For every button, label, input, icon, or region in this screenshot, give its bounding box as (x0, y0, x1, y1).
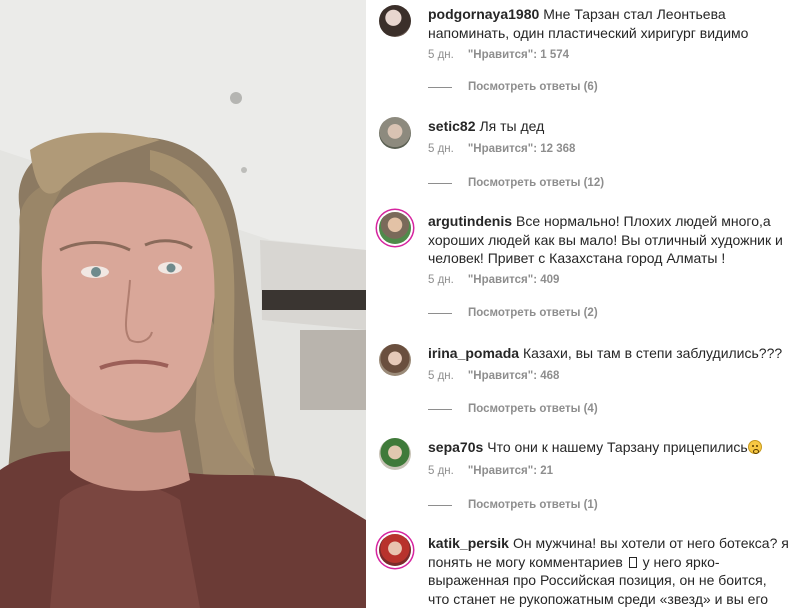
comment-username[interactable]: katik_persik (428, 535, 509, 551)
comment-text: setic82 Ля ты дед (428, 117, 790, 136)
comment-text: katik_persik Он мужчина! вы хотели от нег… (428, 534, 790, 608)
comment-meta: 5 дн. "Нравится": 1 574 (428, 49, 569, 61)
comment-username[interactable]: setic82 (428, 118, 475, 134)
avatar[interactable] (379, 438, 411, 470)
view-replies-button[interactable]: Посмотреть ответы (2) (428, 307, 598, 319)
view-replies-label: Посмотреть ответы (1) (468, 499, 598, 511)
comment-meta: 5 дн. "Нравится": 409 (428, 274, 559, 286)
avatar[interactable] (379, 212, 411, 244)
comment-time[interactable]: 5 дн. (428, 143, 454, 155)
avatar[interactable] (379, 117, 411, 149)
view-replies-label: Посмотреть ответы (6) (468, 81, 598, 93)
view-replies-button[interactable]: Посмотреть ответы (4) (428, 403, 598, 415)
comment-likes[interactable]: "Нравится": 468 (468, 370, 560, 382)
comment-likes[interactable]: "Нравится": 12 368 (468, 143, 576, 155)
comment-meta: 5 дн. "Нравится": 21 (428, 465, 553, 477)
comment-time[interactable]: 5 дн. (428, 370, 454, 382)
missing-glyph-icon (628, 556, 637, 568)
replies-divider (428, 408, 452, 410)
view-replies-button[interactable]: Посмотреть ответы (1) (428, 499, 598, 511)
comment-likes[interactable]: "Нравится": 409 (468, 274, 560, 286)
comment-time[interactable]: 5 дн. (428, 274, 454, 286)
comment-username[interactable]: irina_pomada (428, 345, 519, 361)
hushed-face-emoji-icon (747, 440, 762, 454)
comment-likes[interactable]: "Нравится": 21 (468, 465, 553, 477)
comment-text: podgornaya1980 Мне Тарзан стал Леонтьева … (428, 5, 790, 42)
avatar[interactable] (379, 5, 411, 37)
view-replies-button[interactable]: Посмотреть ответы (12) (428, 177, 604, 189)
comments-panel: podgornaya1980 Мне Тарзан стал Леонтьева … (366, 0, 800, 608)
comment-meta: 5 дн. "Нравится": 468 (428, 370, 559, 382)
comment-time[interactable]: 5 дн. (428, 465, 454, 477)
comment-text: argutindenis Все нормально! Плохих людей … (428, 212, 790, 268)
comment-likes[interactable]: "Нравится": 1 574 (468, 49, 569, 61)
view-replies-label: Посмотреть ответы (12) (468, 177, 605, 189)
comment-body: Казахи, вы там в степи заблудились??? (523, 345, 783, 361)
view-replies-label: Посмотреть ответы (4) (468, 403, 598, 415)
avatar[interactable] (379, 534, 411, 566)
replies-divider (428, 312, 452, 314)
post-photo (0, 0, 366, 608)
replies-divider (428, 182, 452, 184)
portrait-image (0, 0, 366, 608)
avatar[interactable] (379, 344, 411, 376)
comment-time[interactable]: 5 дн. (428, 49, 454, 61)
replies-divider (428, 504, 452, 506)
comment-username[interactable]: podgornaya1980 (428, 6, 539, 22)
comment-text: irina_pomada Казахи, вы там в степи заблу… (428, 344, 790, 363)
comment-username[interactable]: sepa70s (428, 439, 483, 455)
view-replies-label: Посмотреть ответы (2) (468, 307, 598, 319)
comment-username[interactable]: argutindenis (428, 213, 512, 229)
replies-divider (428, 86, 452, 88)
comment-body: Что они к нашему Тарзану прицепились (487, 439, 748, 455)
view-replies-button[interactable]: Посмотреть ответы (6) (428, 81, 598, 93)
comment-meta: 5 дн. "Нравится": 12 368 (428, 143, 575, 155)
comment-text: sepa70s Что они к нашему Тарзану прицепил… (428, 438, 790, 457)
comment-body: Ля ты дед (479, 118, 545, 134)
